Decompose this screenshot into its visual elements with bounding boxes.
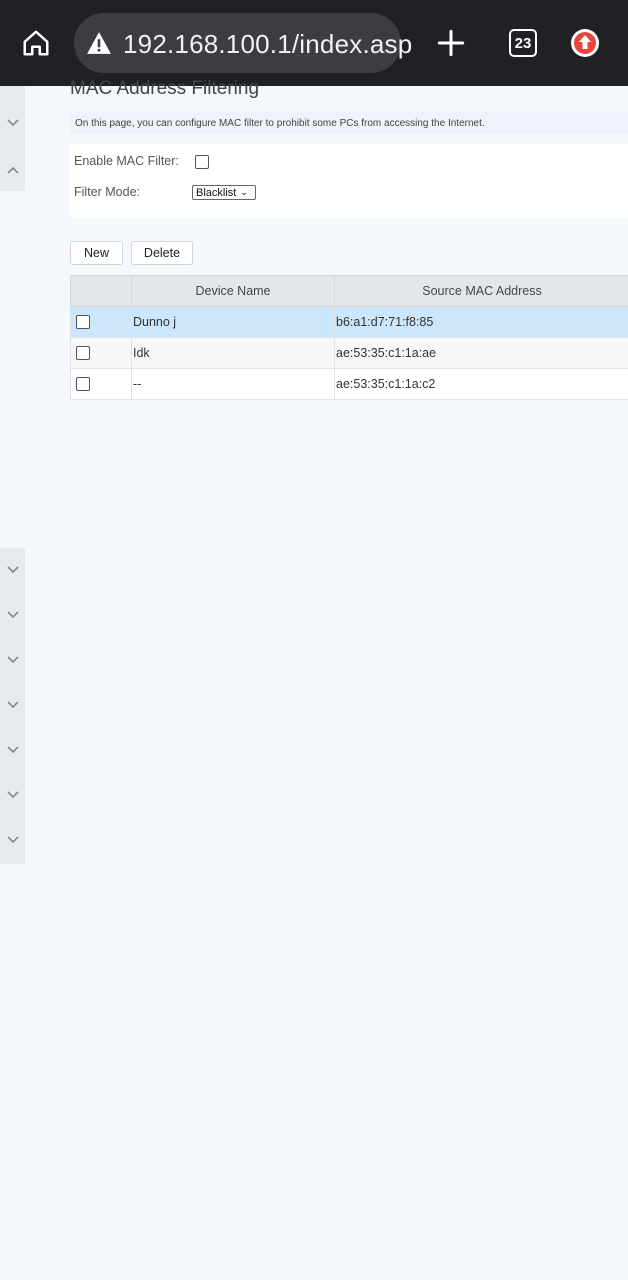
mac-address-cell: b6:a1:d7:71:f8:85 [334,306,628,338]
mac-address-cell: ae:53:35:c1:1a:c2 [334,368,628,400]
mac-address-cell: ae:53:35:c1:1a:ae [334,337,628,369]
filter-mode-label: Filter Mode: [74,185,140,199]
source-mac-column-header: Source MAC Address [334,275,628,307]
filter-mode-select[interactable]: Blacklist ⌄ [192,185,256,200]
device-name-column-header: Device Name [131,275,335,307]
filter-mode-value: Blacklist [196,186,237,199]
page-title: MAC Address Filtering [70,78,260,99]
chevron-down-icon[interactable] [6,743,20,757]
chevron-down-icon[interactable] [6,833,20,847]
plus-icon [437,29,465,57]
chevron-down-icon[interactable] [6,608,20,622]
device-name-cell: Dunno j [131,306,335,338]
row-select-cell [70,306,132,338]
chevron-down-icon[interactable] [6,116,20,130]
chevron-down-icon[interactable] [6,698,20,712]
warning-icon[interactable] [86,31,112,55]
chevron-down-icon[interactable] [6,653,20,667]
row-select-cell [70,337,132,369]
page-description: On this page, you can configure MAC filt… [70,112,628,134]
table-row[interactable]: Dunno j b6:a1:d7:71:f8:85 [70,306,628,338]
table-header-row: Device Name Source MAC Address [70,275,628,307]
nav-rail-top [0,86,25,191]
row-checkbox[interactable] [76,315,90,329]
chevron-down-icon[interactable] [6,788,20,802]
enable-mac-filter-checkbox[interactable] [195,155,209,169]
table-row[interactable]: Idk ae:53:35:c1:1a:ae [70,337,628,369]
table-row[interactable]: -- ae:53:35:c1:1a:c2 [70,368,628,400]
new-tab-button[interactable] [432,24,470,62]
description-text: On this page, you can configure MAC filt… [75,118,485,129]
chevron-up-icon[interactable] [6,163,20,177]
update-button[interactable] [568,26,602,60]
device-name-cell: Idk [131,337,335,369]
home-icon [23,30,49,56]
row-select-cell [70,368,132,400]
tab-switcher-icon: 23 [509,29,537,57]
main-content: MAC Address Filtering On this page, you … [25,78,628,1280]
chevron-down-icon[interactable] [6,563,20,577]
row-checkbox[interactable] [76,346,90,360]
tab-switcher-button[interactable]: 23 [506,26,540,60]
home-button[interactable] [16,23,56,63]
device-name-cell: -- [131,368,335,400]
enable-mac-filter-label: Enable MAC Filter: [74,154,179,168]
mac-filter-table: Device Name Source MAC Address Dunno j b… [70,275,628,400]
filter-settings-form: Enable MAC Filter: Filter Mode: Blacklis… [70,144,628,218]
chevron-down-icon: ⌄ [240,187,248,197]
update-icon [571,29,599,57]
select-column-header [70,275,132,307]
address-bar[interactable]: 192.168.100.1/index.asp [74,13,412,73]
nav-rail-bottom [0,548,25,864]
browser-toolbar: 192.168.100.1/index.asp 23 [0,0,628,86]
url-text[interactable]: 192.168.100.1/index.asp [123,29,412,60]
new-button[interactable]: New [70,241,123,265]
row-checkbox[interactable] [76,377,90,391]
delete-button[interactable]: Delete [131,241,193,265]
